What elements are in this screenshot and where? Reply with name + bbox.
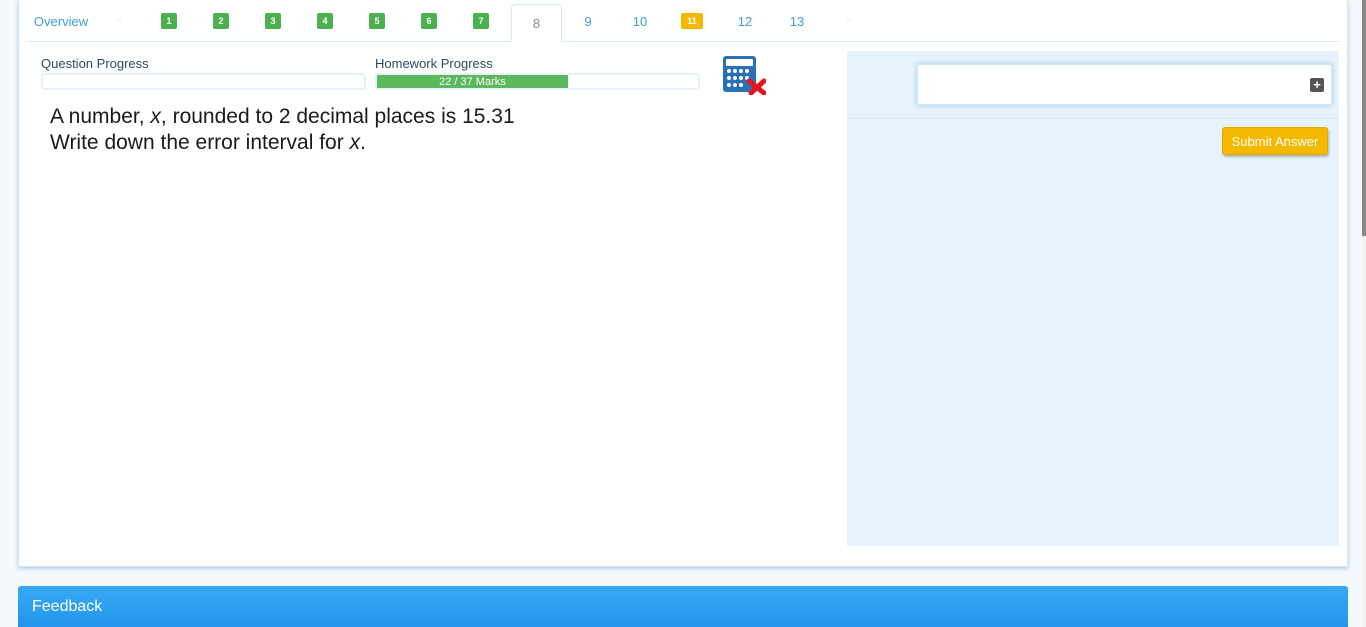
tab-question-8[interactable]: 8: [511, 4, 562, 42]
tab-question-3[interactable]: 3: [260, 0, 286, 42]
complete-badge: 4: [317, 13, 333, 29]
tab-prev-arrow[interactable]: «: [113, 0, 125, 42]
tab-overview[interactable]: Overview: [33, 0, 89, 42]
homework-progress-label: Homework Progress: [375, 56, 493, 71]
page-scrollbar[interactable]: [1362, 0, 1366, 627]
question-tabs: Overview « 1 2 3 4 5 6 7 8 9 10 11 12 13…: [27, 0, 1339, 42]
complete-badge: 6: [421, 13, 437, 29]
feedback-title: Feedback: [32, 598, 103, 615]
scrollbar-thumb[interactable]: [1362, 0, 1366, 236]
tab-question-9[interactable]: 9: [575, 0, 601, 42]
partial-badge: 11: [681, 13, 703, 29]
tab-question-13[interactable]: 13: [782, 0, 812, 42]
homework-panel: Overview « 1 2 3 4 5 6 7 8 9 10 11 12 13…: [18, 0, 1348, 567]
question-line-2: Write down the error interval for x.: [50, 131, 366, 154]
tab-question-2[interactable]: 2: [208, 0, 234, 42]
tab-question-12[interactable]: 12: [730, 0, 760, 42]
tab-question-5[interactable]: 5: [364, 0, 390, 42]
question-progress-label: Question Progress: [41, 56, 149, 71]
tab-question-10[interactable]: 10: [625, 0, 655, 42]
complete-badge: 1: [161, 13, 177, 29]
calculator-not-allowed-icon[interactable]: [722, 55, 767, 96]
tab-question-7[interactable]: 7: [468, 0, 494, 42]
submit-answer-button[interactable]: Submit Answer: [1222, 127, 1328, 155]
question-text: A number, x, rounded to 2 decimal places…: [50, 104, 515, 156]
tab-question-1[interactable]: 1: [156, 0, 182, 42]
homework-progress-bar: 22 / 37 Marks: [375, 73, 700, 90]
plus-square-icon[interactable]: +: [1310, 78, 1324, 92]
answer-panel: + Submit Answer: [847, 51, 1339, 546]
answer-input-area: +: [847, 51, 1339, 119]
complete-badge: 2: [213, 13, 229, 29]
complete-badge: 7: [473, 13, 489, 29]
tab-question-4[interactable]: 4: [312, 0, 338, 42]
tab-next-arrow[interactable]: »: [843, 0, 855, 42]
homework-progress-fill: 22 / 37 Marks: [377, 75, 568, 88]
tab-question-6[interactable]: 6: [416, 0, 442, 42]
complete-badge: 5: [369, 13, 385, 29]
complete-badge: 3: [265, 13, 281, 29]
question-progress-bar: [41, 73, 366, 90]
feedback-header[interactable]: Feedback: [18, 586, 1348, 627]
answer-input[interactable]: +: [916, 63, 1333, 106]
question-line-1: A number, x, rounded to 2 decimal places…: [50, 105, 515, 128]
tab-question-11[interactable]: 11: [677, 0, 707, 42]
